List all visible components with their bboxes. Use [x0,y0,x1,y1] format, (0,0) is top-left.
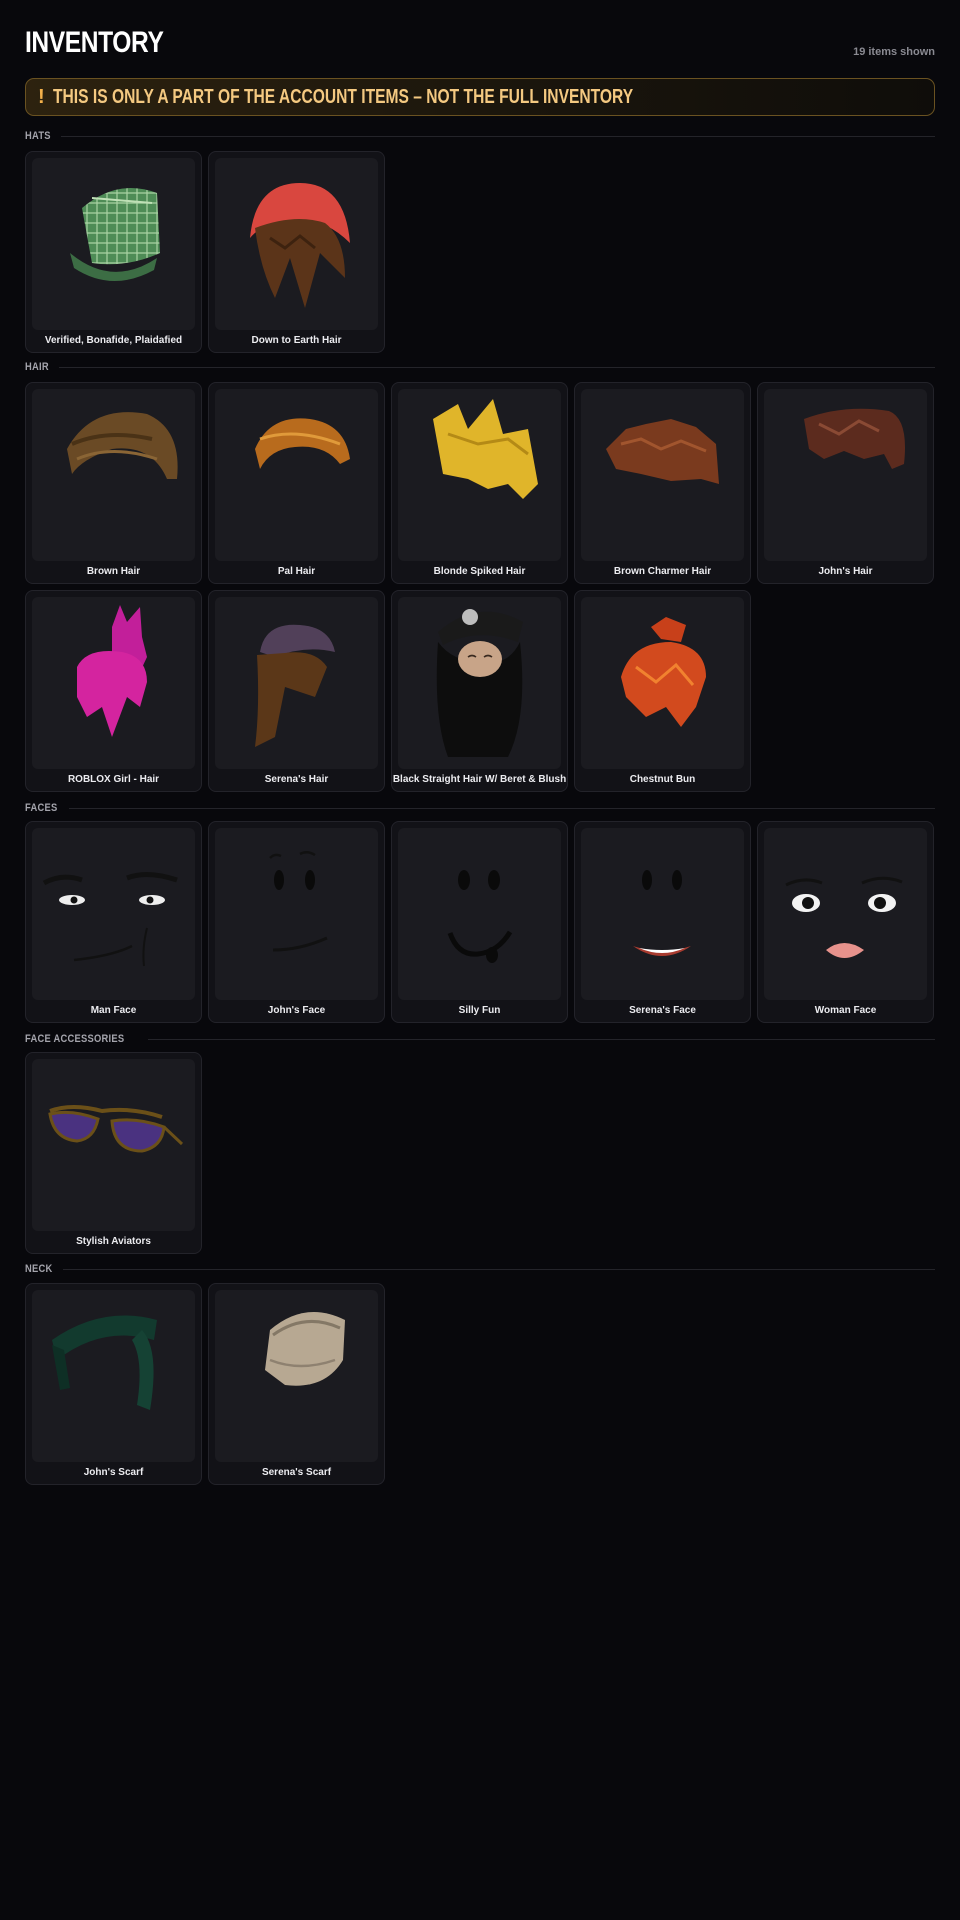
item-name: Chestnut Bun [629,774,696,785]
pal-hair-icon [255,418,350,469]
beige-scarf-icon [265,1312,345,1386]
item-thumbnail [764,828,927,1000]
section-label: FACES [25,802,58,814]
silly-fun-face-icon [447,870,513,963]
item-card[interactable]: Pal Hair [208,382,385,584]
johns-hair-icon [804,408,905,469]
section-divider [63,1268,935,1270]
section-header-hats: HATS [25,129,935,143]
item-card[interactable]: Serena's Hair [208,590,385,792]
chestnut-bun-icon [621,617,706,727]
section-header-faces: FACES [25,801,935,815]
item-name: Serena's Hair [264,774,329,785]
item-card[interactable]: ROBLOX Girl - Hair [25,590,202,792]
item-thumbnail [215,1290,378,1462]
woman-face-icon [785,876,903,958]
item-card[interactable]: Brown Charmer Hair [574,382,751,584]
plaid-cap-icon [70,188,160,282]
item-count: 19 items shown [853,46,935,58]
item-name: Serena's Scarf [261,1467,332,1478]
item-thumbnail [32,828,195,1000]
man-face-icon [42,872,178,967]
section-label: HATS [25,130,51,142]
section-divider [147,1038,935,1040]
item-name: Brown Charmer Hair [613,566,712,577]
item-thumbnail [764,389,927,561]
section-divider [59,366,935,368]
item-name: John's Hair [818,566,873,577]
item-card[interactable]: John's Face [208,821,385,1023]
item-thumbnail [581,597,744,769]
section-header-face-accessories: FACE ACCESSORIES [25,1032,935,1046]
black-beret-hair-icon [436,609,523,757]
item-thumbnail [398,828,561,1000]
item-name: ROBLOX Girl - Hair [67,774,160,785]
item-card[interactable]: John's Scarf [25,1283,202,1485]
item-card[interactable]: Down to Earth Hair [208,151,385,353]
section-label: FACE ACCESSORIES [25,1033,125,1045]
item-name: Verified, Bonafide, Plaidafied [44,335,183,346]
item-name: Blonde Spiked Hair [433,566,526,577]
item-thumbnail [32,1059,195,1231]
item-thumbnail [215,158,378,330]
item-name: Down to Earth Hair [251,335,342,346]
page-header: INVENTORY 19 items shown [25,0,935,78]
item-thumbnail [215,828,378,1000]
item-name: Black Straight Hair W/ Beret & Blush [392,774,567,785]
item-thumbnail [32,158,195,330]
item-card[interactable]: Verified, Bonafide, Plaidafied [25,151,202,353]
section-label: NECK [25,1263,53,1275]
item-name: Stylish Aviators [76,1236,151,1247]
item-thumbnail [398,389,561,561]
aviator-sunglasses-icon [48,1105,184,1153]
inventory-page: INVENTORY 19 items shown ! THIS IS ONLY … [25,0,935,1485]
section-label: HAIR [25,361,49,373]
item-card[interactable]: Black Straight Hair W/ Beret & Blush [391,590,568,792]
blonde-spiked-hair-icon [433,399,538,499]
item-thumbnail [32,1290,195,1462]
item-card[interactable]: Silly Fun [391,821,568,1023]
warning-message: THIS IS ONLY A PART OF THE ACCOUNT ITEMS… [52,85,633,108]
johns-face-icon [269,851,328,952]
green-scarf-icon [52,1315,157,1410]
item-card[interactable]: John's Hair [757,382,934,584]
item-thumbnail [581,828,744,1000]
brown-hair-icon [67,412,178,479]
item-name: Serena's Face [629,1005,696,1016]
serenas-hair-icon [255,624,335,747]
section-divider [61,135,935,137]
warning-icon: ! [38,85,45,108]
section-divider [69,807,935,809]
item-card[interactable]: Woman Face [757,821,934,1023]
red-beanie-hair-icon [250,183,350,308]
section-header-neck: NECK [25,1262,935,1276]
item-thumbnail [32,597,195,769]
item-name: Man Face [90,1005,137,1016]
item-thumbnail [215,389,378,561]
item-thumbnail [32,389,195,561]
serenas-face-icon [633,870,691,956]
item-card[interactable]: Serena's Face [574,821,751,1023]
item-name: John's Face [267,1005,326,1016]
item-card[interactable]: Stylish Aviators [25,1052,202,1254]
item-card[interactable]: Man Face [25,821,202,1023]
item-card[interactable]: Blonde Spiked Hair [391,382,568,584]
item-card[interactable]: Serena's Scarf [208,1283,385,1485]
pink-girl-hair-icon [77,605,147,737]
item-card[interactable]: Chestnut Bun [574,590,751,792]
item-name: Woman Face [814,1005,877,1016]
item-card[interactable]: Brown Hair [25,382,202,584]
warning-banner: ! THIS IS ONLY A PART OF THE ACCOUNT ITE… [25,78,935,116]
section-header-hair: HAIR [25,360,935,374]
item-name: John's Scarf [83,1467,144,1478]
page-title: INVENTORY [25,26,164,59]
item-thumbnail [581,389,744,561]
item-name: Brown Hair [86,566,141,577]
item-name: Silly Fun [458,1005,501,1016]
item-thumbnail [398,597,561,769]
item-name: Pal Hair [277,566,316,577]
item-thumbnail [215,597,378,769]
brown-charmer-hair-icon [606,419,719,484]
